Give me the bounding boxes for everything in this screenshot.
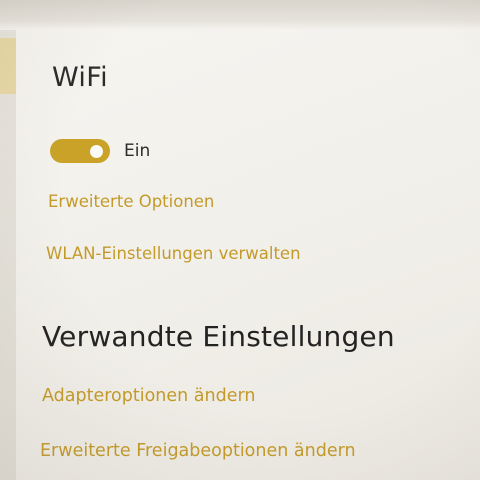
change-sharing-options-link[interactable]: Erweiterte Freigabeoptionen ändern xyxy=(40,441,356,461)
advanced-options-link[interactable]: Erweiterte Optionen xyxy=(48,192,214,211)
related-settings-heading: Verwandte Einstellungen xyxy=(42,320,395,353)
settings-content: WiFi Ein Erweiterte Optionen WLAN-Einste… xyxy=(0,0,480,480)
toggle-state-label: Ein xyxy=(124,141,151,161)
change-adapter-options-link[interactable]: Adapteroptionen ändern xyxy=(42,386,255,406)
toggle-knob xyxy=(90,145,103,158)
settings-screen: WiFi Ein Erweiterte Optionen WLAN-Einste… xyxy=(0,0,480,480)
wifi-toggle-switch[interactable] xyxy=(50,139,110,163)
page-title: WiFi xyxy=(52,62,108,93)
wifi-toggle-row: Ein xyxy=(50,138,150,164)
manage-wlan-settings-link[interactable]: WLAN-Einstellungen verwalten xyxy=(46,244,301,263)
